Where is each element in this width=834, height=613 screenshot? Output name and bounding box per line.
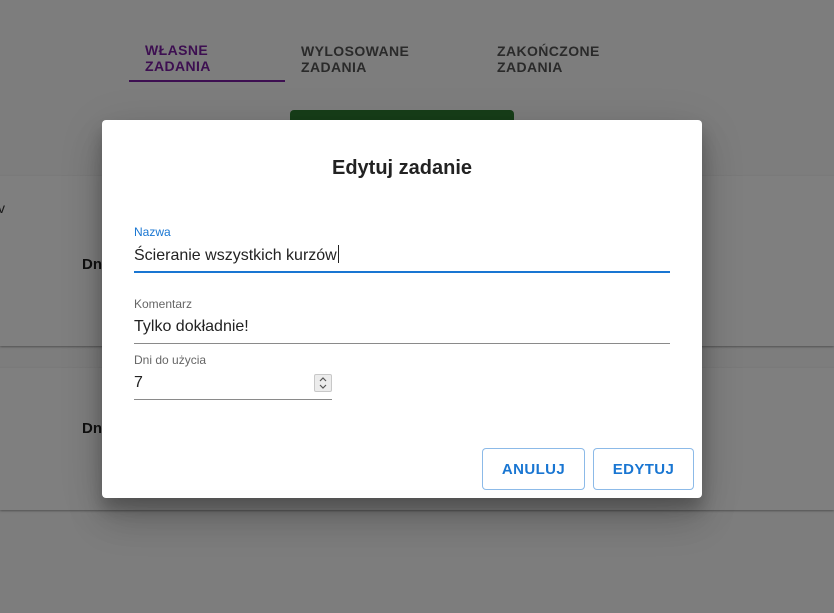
edit-task-dialog: Edytuj zadanie Nazwa Ścieranie wszystkic… (102, 120, 702, 498)
comment-field: Komentarz Tylko dokładnie! (134, 297, 670, 344)
edit-button[interactable]: EDYTUJ (593, 448, 694, 490)
chevron-up-icon[interactable] (319, 377, 327, 382)
dialog-title: Edytuj zadanie (331, 157, 473, 179)
text-caret (337, 245, 339, 263)
name-input[interactable]: Ścieranie wszystkich kurzów (134, 245, 670, 273)
comment-value: Tylko dokładnie! (134, 318, 249, 335)
chevron-down-icon[interactable] (319, 384, 327, 389)
comment-label: Komentarz (134, 297, 193, 311)
cancel-button[interactable]: ANULUJ (482, 448, 585, 490)
name-field: Nazwa Ścieranie wszystkich kurzów (134, 225, 670, 273)
comment-input[interactable]: Tylko dokładnie! (134, 317, 670, 344)
number-stepper[interactable] (314, 374, 332, 392)
days-input[interactable]: 7 (134, 373, 332, 400)
name-value: Ścieranie wszystkich kurzów (134, 247, 337, 264)
days-field: Dni do użycia 7 (134, 353, 332, 400)
name-label: Nazwa (134, 225, 171, 239)
days-label: Dni do użycia (134, 353, 207, 367)
days-value: 7 (134, 374, 143, 391)
